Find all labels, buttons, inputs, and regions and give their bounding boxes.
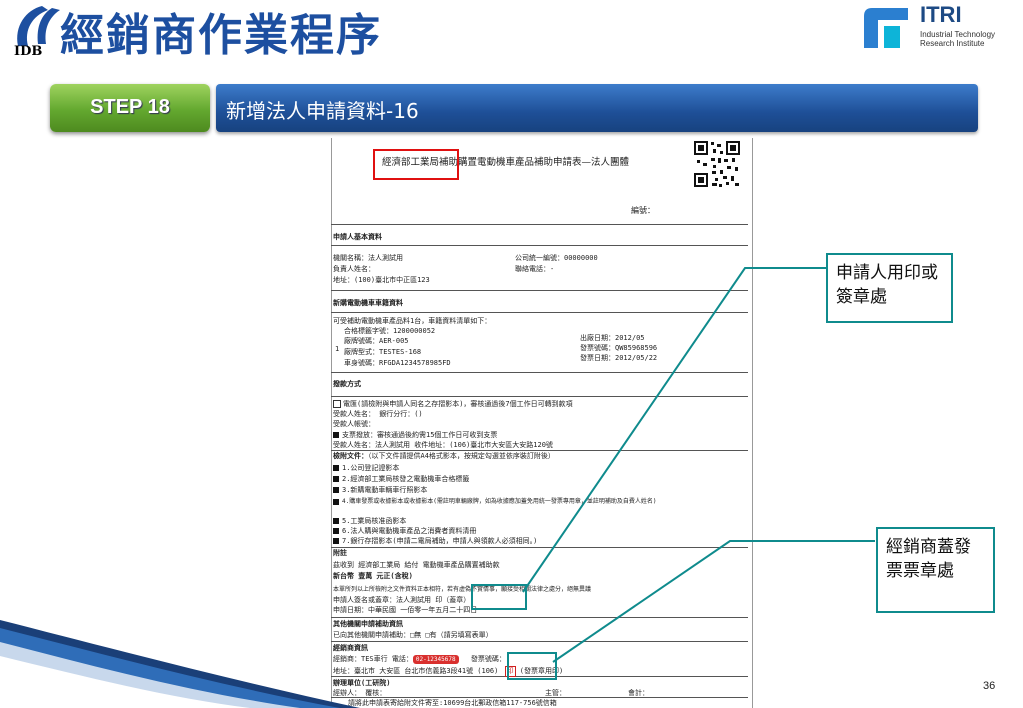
itri-subtitle: Industrial Technology Research Institute [920,30,996,48]
step-title: 新增法人申請資料-16 [226,99,419,123]
applicant-org-name: 機關名稱：法人測試用 [333,254,403,262]
payment-account: 受款人帳號： [333,420,375,428]
applicant-phone: 聯絡電話：- [515,265,555,273]
applicant-owner: 負責人姓名： [333,265,375,273]
applicant-seal-highlight [471,584,527,610]
consent-amount: 新台幣 壹萬 元正(含稅) [333,572,413,580]
step-badge-label: STEP 18 [90,96,170,118]
itri-logo-icon [864,8,908,48]
vehicle-detail: 合格標籤字號：1200000052 [344,327,436,335]
section-divider [331,617,748,618]
attachment-item: 3.新購電動車輛車行照影本 [333,486,427,495]
payment-option-transfer: 電匯(請檢附與申請人同名之存摺影本)，審核通過後7個工作日可轉到款項 [333,400,573,409]
handler-accountant: 會計： [628,689,649,697]
qr-code-icon [693,140,741,188]
vehicle-invoice-no: 發票號碼：QW85968596 [580,344,658,352]
vehicle-detail: 車身號碼：RFGDA1234578985FD [344,359,451,367]
attachment-item: 7.銀行存摺影本(申請二電局補助，申請人與領款人必須相同。) [333,537,537,546]
section-divider [331,372,748,373]
decorative-swoosh [0,620,360,708]
section-divider [331,396,748,397]
applicant-address: 地址：(100)臺北市中正區123 [333,276,430,284]
dealer-phone-badge: 02-12345678 [412,655,459,664]
payment-option-check: 支票撥放：審核通過後約需15個工作日可收到支票 [333,431,497,440]
idb-logo-text: IDB [14,44,43,59]
page-title: 經銷商作業程序 [60,10,382,61]
callout-applicant-seal: 申請人用印或簽章處 [826,253,953,323]
vehicle-index: 1 [335,345,340,353]
consent-signature-line: 申請人簽名或蓋章：法人測試用 印（蓋章） [333,596,471,604]
vehicle-intro: 可受補助電動機車產品料1台，車籍資料清單如下： [333,317,492,325]
section-divider [331,312,748,313]
consent-receipt: 茲收到 經濟部工業局 給付 電動機車產品購置補助款 [333,561,500,569]
attachments-heading: 檢附文件：（以下文件請提供A4格式影本，按規定勾選並依序裝訂附後） [333,452,555,460]
attachment-item: 2.經濟部工業局核發之電動機車合格標籤 [333,475,469,484]
dealer-seal-highlight [507,652,557,680]
serial-number-label: 編號： [631,206,655,215]
attachment-item: 6.法人購與電動機車產品之消費者資料清冊 [333,527,476,536]
section-divider [331,290,748,291]
payment-mail: 受款人姓名：法人測試用 收件地址：(106)臺北市大安區大安路120號 [333,441,553,449]
form-title-highlight [373,149,459,180]
section-divider [331,450,748,451]
page-number: 36 [983,680,996,692]
vehicle-heading: 新購電動機車車籍資料 [333,299,403,307]
applicant-heading: 申請人基本資料 [333,233,382,241]
vehicle-invoice-date: 發票日期：2012/05/22 [580,354,658,362]
section-divider [331,641,748,642]
footer-note: 請將此申請表寄給附文件寄至:10699台北郵政信箱117-756號信箱 [348,699,557,707]
itri-logo-text: ITRI [920,2,962,27]
callout-dealer-seal: 經銷商蓋發票票章處 [876,527,995,613]
applicant-tax-id: 公司統一編號：00000000 [515,254,598,262]
section-divider [331,224,748,225]
handler-supervisor: 主管： [545,689,566,697]
consent-statement: 本單所列以上所檢附之文件資料正本相符，若有虛偽不實情事，願接受相關法律之處分，絕… [333,586,592,593]
section-divider [331,245,748,246]
consent-date: 申請日期：中華民國 一佰零一年五月二十四日 [333,606,478,614]
vehicle-date: 出廠日期：2012/05 [580,334,645,342]
vehicle-detail: 廠牌號碼：AER-005 [344,337,409,345]
vehicle-detail: 廠牌型式：TESTES-168 [344,348,422,356]
attachment-item: 5.工業局核准函影本 [333,517,406,526]
payment-payee: 受款人姓名： 銀行分行：() [333,410,423,418]
attachment-item: 4.購車發票或收據影本或收據影本(需註明車輛廠牌，如為收據應加蓋免用統一發票專用… [333,497,746,506]
consent-heading: 附註 [333,549,347,557]
payment-heading: 撥款方式 [333,380,361,388]
section-divider [331,547,748,548]
attachment-item: 1.公司登記證影本 [333,464,399,473]
section-divider [331,697,748,698]
